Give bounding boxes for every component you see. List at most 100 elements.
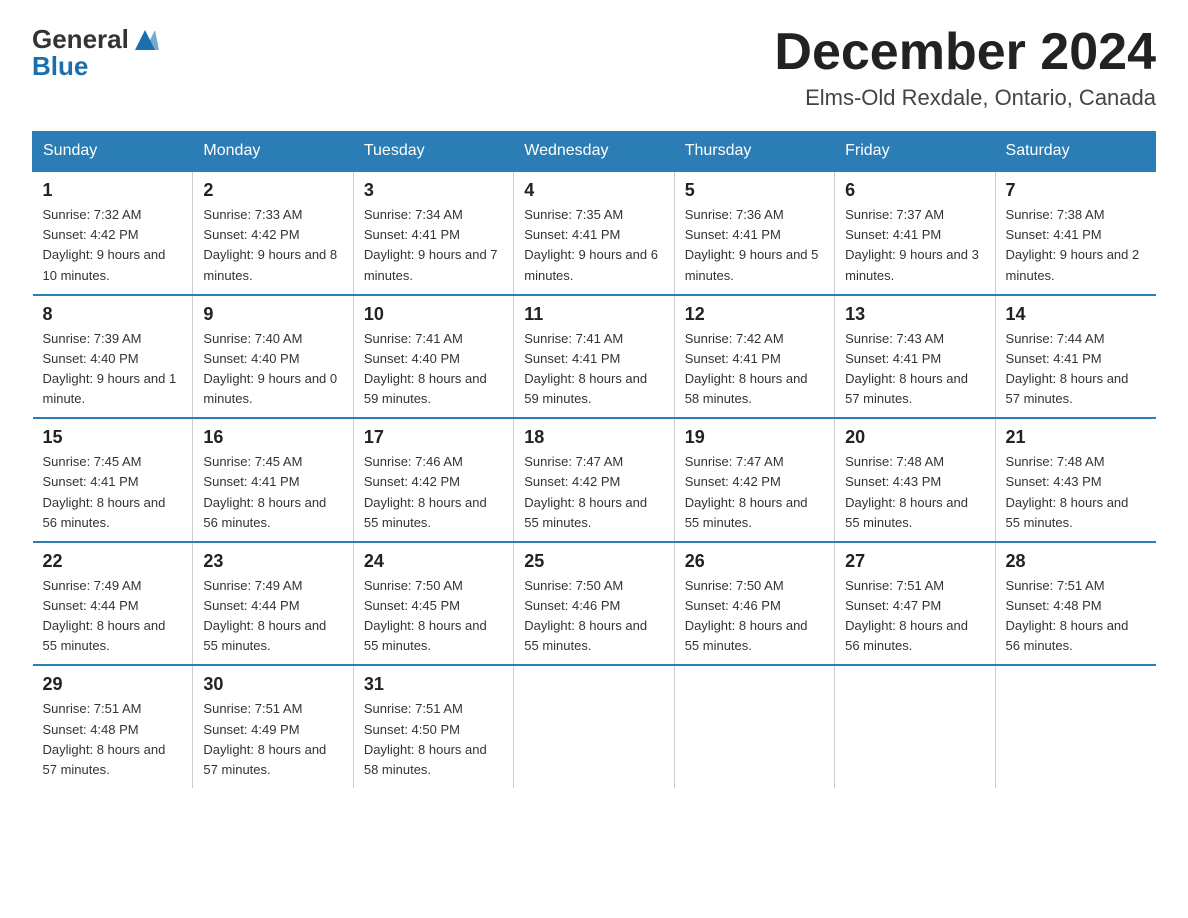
calendar-cell: 30 Sunrise: 7:51 AMSunset: 4:49 PMDayligh… [193,665,353,788]
day-info: Sunrise: 7:32 AMSunset: 4:42 PMDaylight:… [43,205,183,286]
day-info: Sunrise: 7:51 AMSunset: 4:49 PMDaylight:… [203,699,342,780]
logo: General Blue [32,24,159,82]
calendar-cell: 16 Sunrise: 7:45 AMSunset: 4:41 PMDayligh… [193,418,353,542]
calendar-table: SundayMondayTuesdayWednesdayThursdayFrid… [32,131,1156,788]
day-info: Sunrise: 7:40 AMSunset: 4:40 PMDaylight:… [203,329,342,410]
day-info: Sunrise: 7:48 AMSunset: 4:43 PMDaylight:… [845,452,984,533]
calendar-cell [995,665,1155,788]
calendar-cell: 15 Sunrise: 7:45 AMSunset: 4:41 PMDayligh… [33,418,193,542]
day-number: 27 [845,551,984,572]
calendar-cell: 22Sunrise: 7:49 AMSunset: 4:44 PMDayligh… [33,542,193,666]
calendar-cell: 5 Sunrise: 7:36 AMSunset: 4:41 PMDaylight… [674,171,834,295]
day-of-week-header: Tuesday [353,132,513,172]
day-number: 8 [43,304,183,325]
calendar-week-row: 8Sunrise: 7:39 AMSunset: 4:40 PMDaylight… [33,295,1156,419]
calendar-cell: 25Sunrise: 7:50 AMSunset: 4:46 PMDayligh… [514,542,674,666]
day-number: 25 [524,551,663,572]
day-number: 15 [43,427,183,448]
calendar-cell: 21Sunrise: 7:48 AMSunset: 4:43 PMDayligh… [995,418,1155,542]
day-info: Sunrise: 7:45 AMSunset: 4:41 PMDaylight:… [43,452,183,533]
calendar-cell: 19Sunrise: 7:47 AMSunset: 4:42 PMDayligh… [674,418,834,542]
day-info: Sunrise: 7:36 AMSunset: 4:41 PMDaylight:… [685,205,824,286]
day-number: 10 [364,304,503,325]
day-info: Sunrise: 7:41 AMSunset: 4:41 PMDaylight:… [524,329,663,410]
day-of-week-header: Sunday [33,132,193,172]
calendar-header-row: SundayMondayTuesdayWednesdayThursdayFrid… [33,132,1156,172]
day-info: Sunrise: 7:44 AMSunset: 4:41 PMDaylight:… [1006,329,1146,410]
day-info: Sunrise: 7:43 AMSunset: 4:41 PMDaylight:… [845,329,984,410]
day-number: 29 [43,674,183,695]
day-number: 2 [203,180,342,201]
day-number: 28 [1006,551,1146,572]
calendar-cell [514,665,674,788]
day-info: Sunrise: 7:51 AMSunset: 4:48 PMDaylight:… [1006,576,1146,657]
calendar-cell: 20 Sunrise: 7:48 AMSunset: 4:43 PMDayligh… [835,418,995,542]
day-info: Sunrise: 7:46 AMSunset: 4:42 PMDaylight:… [364,452,503,533]
day-number: 13 [845,304,984,325]
calendar-cell: 10 Sunrise: 7:41 AMSunset: 4:40 PMDayligh… [353,295,513,419]
day-info: Sunrise: 7:51 AMSunset: 4:48 PMDaylight:… [43,699,183,780]
day-info: Sunrise: 7:33 AMSunset: 4:42 PMDaylight:… [203,205,342,286]
day-number: 24 [364,551,503,572]
calendar-cell [674,665,834,788]
day-info: Sunrise: 7:34 AMSunset: 4:41 PMDaylight:… [364,205,503,286]
calendar-cell: 31 Sunrise: 7:51 AMSunset: 4:50 PMDayligh… [353,665,513,788]
calendar-week-row: 29 Sunrise: 7:51 AMSunset: 4:48 PMDayligh… [33,665,1156,788]
calendar-cell: 11 Sunrise: 7:41 AMSunset: 4:41 PMDayligh… [514,295,674,419]
day-number: 21 [1006,427,1146,448]
day-number: 16 [203,427,342,448]
day-number: 30 [203,674,342,695]
page-header: General Blue December 2024 Elms-Old Rexd… [32,24,1156,111]
day-number: 12 [685,304,824,325]
day-info: Sunrise: 7:51 AMSunset: 4:50 PMDaylight:… [364,699,503,780]
day-of-week-header: Monday [193,132,353,172]
day-info: Sunrise: 7:47 AMSunset: 4:42 PMDaylight:… [524,452,663,533]
day-info: Sunrise: 7:50 AMSunset: 4:45 PMDaylight:… [364,576,503,657]
day-number: 9 [203,304,342,325]
day-number: 26 [685,551,824,572]
day-number: 5 [685,180,824,201]
calendar-cell: 12 Sunrise: 7:42 AMSunset: 4:41 PMDayligh… [674,295,834,419]
calendar-cell: 2 Sunrise: 7:33 AMSunset: 4:42 PMDaylight… [193,171,353,295]
day-number: 3 [364,180,503,201]
calendar-cell: 3 Sunrise: 7:34 AMSunset: 4:41 PMDaylight… [353,171,513,295]
day-number: 23 [203,551,342,572]
day-number: 6 [845,180,984,201]
logo-blue-text: Blue [32,51,88,82]
day-info: Sunrise: 7:49 AMSunset: 4:44 PMDaylight:… [203,576,342,657]
day-number: 14 [1006,304,1146,325]
day-info: Sunrise: 7:38 AMSunset: 4:41 PMDaylight:… [1006,205,1146,286]
day-of-week-header: Wednesday [514,132,674,172]
day-info: Sunrise: 7:45 AMSunset: 4:41 PMDaylight:… [203,452,342,533]
day-number: 11 [524,304,663,325]
day-info: Sunrise: 7:49 AMSunset: 4:44 PMDaylight:… [43,576,183,657]
day-of-week-header: Saturday [995,132,1155,172]
calendar-week-row: 1 Sunrise: 7:32 AMSunset: 4:42 PMDaylight… [33,171,1156,295]
calendar-cell: 27 Sunrise: 7:51 AMSunset: 4:47 PMDayligh… [835,542,995,666]
calendar-cell: 6 Sunrise: 7:37 AMSunset: 4:41 PMDaylight… [835,171,995,295]
day-of-week-header: Thursday [674,132,834,172]
calendar-cell: 17 Sunrise: 7:46 AMSunset: 4:42 PMDayligh… [353,418,513,542]
calendar-week-row: 22Sunrise: 7:49 AMSunset: 4:44 PMDayligh… [33,542,1156,666]
day-number: 20 [845,427,984,448]
calendar-cell: 26 Sunrise: 7:50 AMSunset: 4:46 PMDayligh… [674,542,834,666]
calendar-cell: 8Sunrise: 7:39 AMSunset: 4:40 PMDaylight… [33,295,193,419]
logo-icon [131,26,159,54]
calendar-week-row: 15 Sunrise: 7:45 AMSunset: 4:41 PMDayligh… [33,418,1156,542]
calendar-cell: 4Sunrise: 7:35 AMSunset: 4:41 PMDaylight… [514,171,674,295]
day-info: Sunrise: 7:50 AMSunset: 4:46 PMDaylight:… [685,576,824,657]
day-info: Sunrise: 7:42 AMSunset: 4:41 PMDaylight:… [685,329,824,410]
day-number: 17 [364,427,503,448]
day-info: Sunrise: 7:41 AMSunset: 4:40 PMDaylight:… [364,329,503,410]
day-info: Sunrise: 7:51 AMSunset: 4:47 PMDaylight:… [845,576,984,657]
day-number: 18 [524,427,663,448]
calendar-cell: 28 Sunrise: 7:51 AMSunset: 4:48 PMDayligh… [995,542,1155,666]
day-number: 4 [524,180,663,201]
day-number: 7 [1006,180,1146,201]
calendar-cell: 14 Sunrise: 7:44 AMSunset: 4:41 PMDayligh… [995,295,1155,419]
day-info: Sunrise: 7:37 AMSunset: 4:41 PMDaylight:… [845,205,984,286]
calendar-cell: 9 Sunrise: 7:40 AMSunset: 4:40 PMDaylight… [193,295,353,419]
day-number: 19 [685,427,824,448]
day-number: 1 [43,180,183,201]
day-number: 31 [364,674,503,695]
